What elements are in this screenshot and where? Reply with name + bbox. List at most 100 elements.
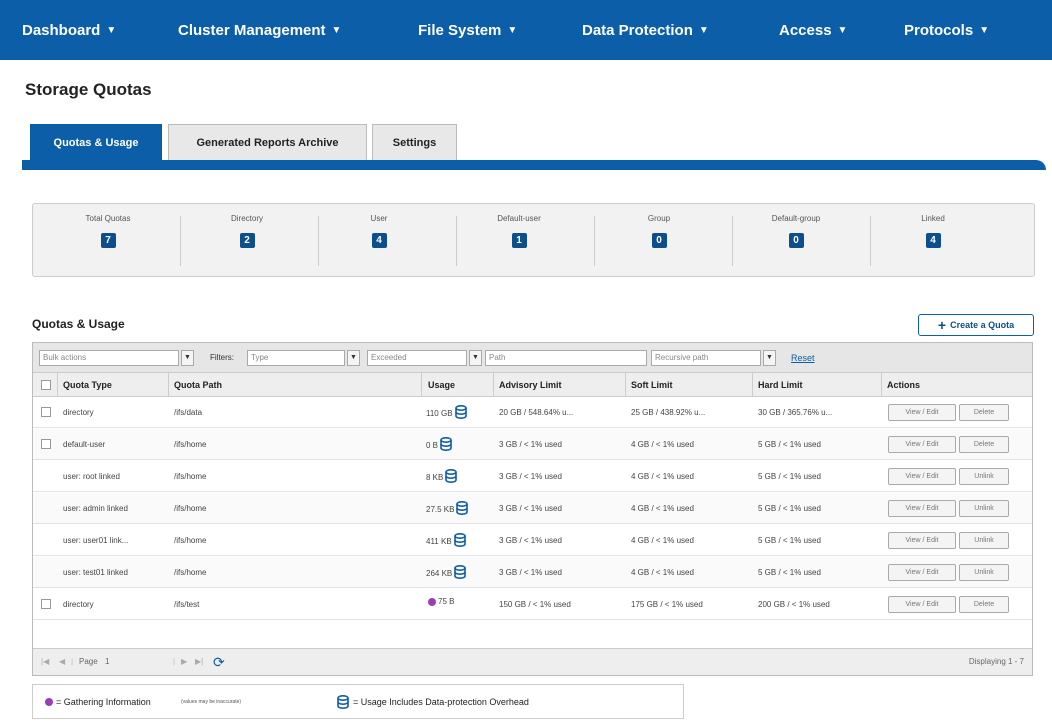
- page-label: Page: [79, 657, 98, 666]
- database-icon: [453, 533, 466, 549]
- column-header-advisory-limit[interactable]: Advisory Limit: [499, 380, 562, 390]
- cell-quota-type: user: root linked: [63, 472, 120, 481]
- nav-dashboard-label: Dashboard: [22, 22, 101, 39]
- tab-underline-bar: [22, 160, 1046, 170]
- filter-toolbar: Bulk actions ▼ Filters: Type ▼ Exceeded …: [33, 343, 1032, 373]
- create-quota-label: Create a Quota: [950, 320, 1015, 330]
- filters-label: Filters:: [210, 353, 234, 362]
- table-row[interactable]: user: root linked/ifs/home 8 KB 3 GB / < 1…: [33, 461, 1032, 492]
- page-title: Storage Quotas: [25, 80, 152, 99]
- row-checkbox[interactable]: [41, 439, 51, 449]
- cell-quota-type: user: test01 linked: [63, 568, 128, 577]
- unlink-button[interactable]: Unlink: [959, 564, 1009, 581]
- tab-quotas-usage[interactable]: Quotas & Usage: [30, 124, 162, 160]
- column-divider: [881, 373, 882, 397]
- caret-down-icon: ▼: [979, 25, 990, 36]
- recursive-path-filter[interactable]: Recursive path: [651, 350, 761, 366]
- column-header-usage[interactable]: Usage: [428, 380, 455, 390]
- delete-button[interactable]: Delete: [959, 596, 1009, 613]
- row-checkbox[interactable]: [41, 407, 51, 417]
- chevron-down-icon[interactable]: ▼: [181, 350, 194, 366]
- cell-usage: 264 KB: [426, 565, 467, 581]
- column-header-quota-path[interactable]: Quota Path: [174, 380, 222, 390]
- column-header-soft-limit[interactable]: Soft Limit: [631, 380, 673, 390]
- legend-overhead-label: = Usage Includes Data-protection Overhea…: [353, 697, 529, 707]
- table-row[interactable]: user: test01 linked/ifs/home 264 KB 3 GB /…: [33, 557, 1032, 588]
- column-header-quota-type[interactable]: Quota Type: [63, 380, 112, 390]
- first-page-icon[interactable]: |◀: [41, 657, 49, 666]
- reset-link[interactable]: Reset: [791, 353, 815, 363]
- path-filter[interactable]: Path: [485, 350, 647, 366]
- exceeded-filter[interactable]: Exceeded: [367, 350, 467, 366]
- cell-quota-path: /ifs/home: [174, 504, 207, 513]
- summary-label: User: [370, 214, 388, 223]
- divider: [594, 216, 595, 266]
- last-page-icon[interactable]: ▶|: [195, 657, 203, 666]
- usage-value: 75 B: [438, 597, 455, 606]
- table-row[interactable]: directory/ifs/test 75 B 150 GB / < 1% used…: [33, 589, 1032, 620]
- summary-label: Total Quotas: [85, 214, 131, 223]
- unlink-button[interactable]: Unlink: [959, 468, 1009, 485]
- caret-down-icon: ▼: [837, 25, 848, 36]
- nav-file-system[interactable]: File System ▼: [418, 22, 517, 39]
- unlink-button[interactable]: Unlink: [959, 532, 1009, 549]
- cell-usage: 110 GB: [426, 405, 467, 421]
- cell-soft-limit: 4 GB / < 1% used: [631, 440, 694, 449]
- nav-dashboard[interactable]: Dashboard ▼: [22, 22, 116, 39]
- unlink-button[interactable]: Unlink: [959, 500, 1009, 517]
- cell-usage: 27.5 KB: [426, 501, 469, 517]
- cell-soft-limit: 25 GB / 438.92% u...: [631, 408, 706, 417]
- bulk-actions-select[interactable]: Bulk actions: [39, 350, 179, 366]
- nav-protocols[interactable]: Protocols ▼: [904, 22, 989, 39]
- table-row[interactable]: user: user01 link... /ifs/home 411 KB 3 GB …: [33, 525, 1032, 556]
- caret-down-icon: ▼: [106, 25, 117, 36]
- nav-data-protection[interactable]: Data Protection ▼: [582, 22, 709, 39]
- database-icon: [454, 405, 467, 421]
- divider: |: [173, 657, 176, 666]
- summary-count-badge: 1: [511, 233, 527, 248]
- database-icon: [445, 469, 458, 485]
- next-page-icon[interactable]: ▶: [181, 657, 187, 666]
- view-edit-button[interactable]: View / Edit: [888, 500, 956, 517]
- chevron-down-icon[interactable]: ▼: [469, 350, 482, 366]
- divider: |: [71, 657, 74, 666]
- row-checkbox[interactable]: [41, 599, 51, 609]
- view-edit-button[interactable]: View / Edit: [888, 532, 956, 549]
- summary-group: Group 0: [609, 214, 709, 248]
- summary-count-badge: 4: [371, 233, 387, 248]
- table-row[interactable]: directory/ifs/data 110 GB 20 GB / 548.64% …: [33, 397, 1032, 428]
- summary-label: Group: [647, 214, 671, 223]
- refresh-icon[interactable]: ⟳: [213, 654, 225, 671]
- delete-button[interactable]: Delete: [959, 404, 1009, 421]
- view-edit-button[interactable]: View / Edit: [888, 404, 956, 421]
- view-edit-button[interactable]: View / Edit: [888, 564, 956, 581]
- database-icon: [456, 501, 469, 517]
- cell-hard-limit: 5 GB / < 1% used: [758, 536, 821, 545]
- nav-access[interactable]: Access ▼: [779, 22, 847, 39]
- cell-quota-type: default-user: [63, 440, 106, 449]
- view-edit-button[interactable]: View / Edit: [888, 436, 956, 453]
- type-filter[interactable]: Type: [247, 350, 345, 366]
- summary-count-badge: 0: [651, 233, 667, 248]
- delete-button[interactable]: Delete: [959, 436, 1009, 453]
- summary-count-badge: 4: [925, 233, 941, 248]
- chevron-down-icon[interactable]: ▼: [763, 350, 776, 366]
- view-edit-button[interactable]: View / Edit: [888, 596, 956, 613]
- column-header-hard-limit[interactable]: Hard Limit: [758, 380, 803, 390]
- top-nav: Dashboard ▼ Cluster Management ▼ File Syst…: [0, 0, 1052, 60]
- select-all-checkbox[interactable]: [41, 380, 51, 390]
- chevron-down-icon[interactable]: ▼: [347, 350, 360, 366]
- tab-settings[interactable]: Settings: [372, 124, 457, 160]
- page-number-input[interactable]: 1: [105, 657, 109, 666]
- create-quota-button[interactable]: + Create a Quota: [918, 314, 1034, 336]
- table-row[interactable]: default-user/ifs/home 0 B 3 GB / < 1% used…: [33, 429, 1032, 460]
- table-row[interactable]: user: admin linked/ifs/home 27.5 KB 3 GB /…: [33, 493, 1032, 524]
- tab-generated-reports-archive[interactable]: Generated Reports Archive: [168, 124, 367, 160]
- summary-user: User 4: [329, 214, 429, 248]
- cell-advisory-limit: 150 GB / < 1% used: [499, 600, 571, 609]
- cell-quota-type: directory: [63, 408, 94, 417]
- nav-cluster-management[interactable]: Cluster Management ▼: [178, 22, 341, 39]
- cell-hard-limit: 200 GB / < 1% used: [758, 600, 830, 609]
- view-edit-button[interactable]: View / Edit: [888, 468, 956, 485]
- prev-page-icon[interactable]: ◀: [59, 657, 65, 666]
